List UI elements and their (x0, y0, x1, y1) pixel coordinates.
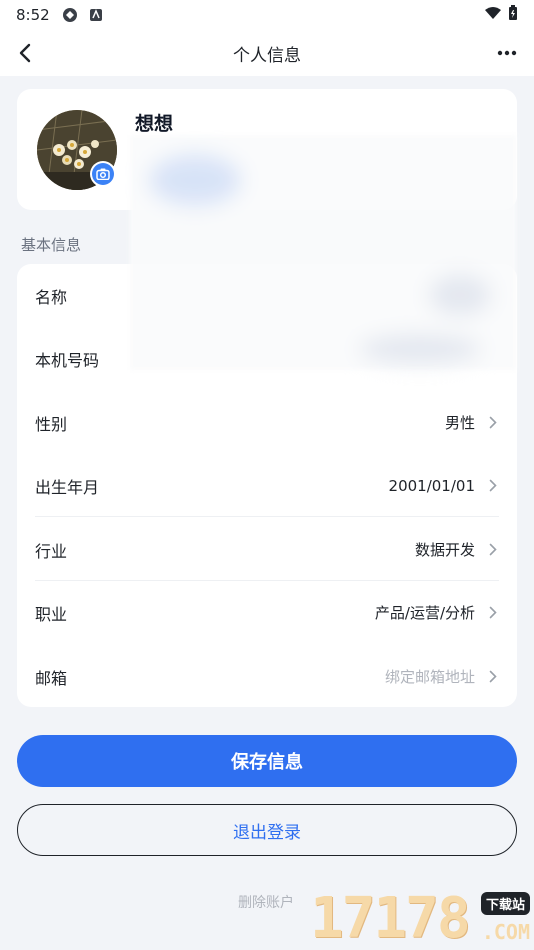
logout-button[interactable]: 退出登录 (17, 804, 517, 856)
app-status-icon (62, 7, 78, 23)
row-label: 职业 (35, 604, 68, 624)
row-value: 男性 (444, 414, 475, 432)
privacy-blur-overlay (130, 135, 516, 370)
watermark-logo: 17178 下载站 .COM (310, 888, 534, 950)
row-occupation[interactable]: 职业 产品/运营/分析 (17, 581, 517, 644)
row-value: 数据开发 (414, 541, 475, 559)
watermark-tag: 下载站 (480, 892, 530, 915)
row-label: 出生年月 (35, 477, 100, 497)
chevron-right-icon (487, 670, 499, 683)
nickname: 想想 (135, 113, 174, 135)
battery-icon (508, 5, 518, 25)
row-divider (35, 516, 499, 517)
more-icon[interactable] (496, 40, 518, 66)
row-email[interactable]: 邮箱 绑定邮箱地址 (17, 645, 517, 708)
row-label: 名称 (35, 287, 68, 307)
row-gender[interactable]: 性别 男性 (17, 391, 517, 454)
row-label: 邮箱 (35, 668, 68, 688)
delete-account-link[interactable]: 删除账户 (238, 892, 294, 912)
blur-spot (430, 275, 490, 315)
status-bar: 8:52 (0, 0, 534, 30)
watermark-com: .COM (481, 920, 530, 944)
wifi-icon (484, 6, 502, 24)
row-label: 性别 (35, 414, 68, 434)
chevron-right-icon (487, 543, 499, 556)
row-value: 产品/运营/分析 (374, 604, 475, 622)
camera-icon (92, 163, 114, 185)
row-label: 本机号码 (35, 350, 100, 370)
watermark-digits: 17178 (310, 886, 471, 950)
back-arrow-icon[interactable] (12, 40, 38, 66)
row-label: 行业 (35, 541, 68, 561)
chevron-right-icon (487, 479, 499, 492)
save-button[interactable]: 保存信息 (17, 735, 517, 787)
notification-status-icon (88, 7, 104, 23)
chevron-right-icon (487, 416, 499, 429)
section-title-basic-info: 基本信息 (21, 236, 82, 254)
row-industry[interactable]: 行业 数据开发 (17, 518, 517, 581)
page-title: 个人信息 (233, 45, 301, 66)
change-avatar-button[interactable] (90, 161, 116, 187)
blur-spot (360, 335, 480, 363)
nav-bar: 个人信息 (0, 30, 534, 76)
chevron-right-icon (487, 606, 499, 619)
row-birth-date[interactable]: 出生年月 2001/01/01 (17, 454, 517, 517)
status-time: 8:52 (16, 6, 50, 24)
blur-spot (150, 155, 240, 205)
row-value: 2001/01/01 (388, 476, 475, 495)
row-value: 绑定邮箱地址 (384, 668, 475, 686)
